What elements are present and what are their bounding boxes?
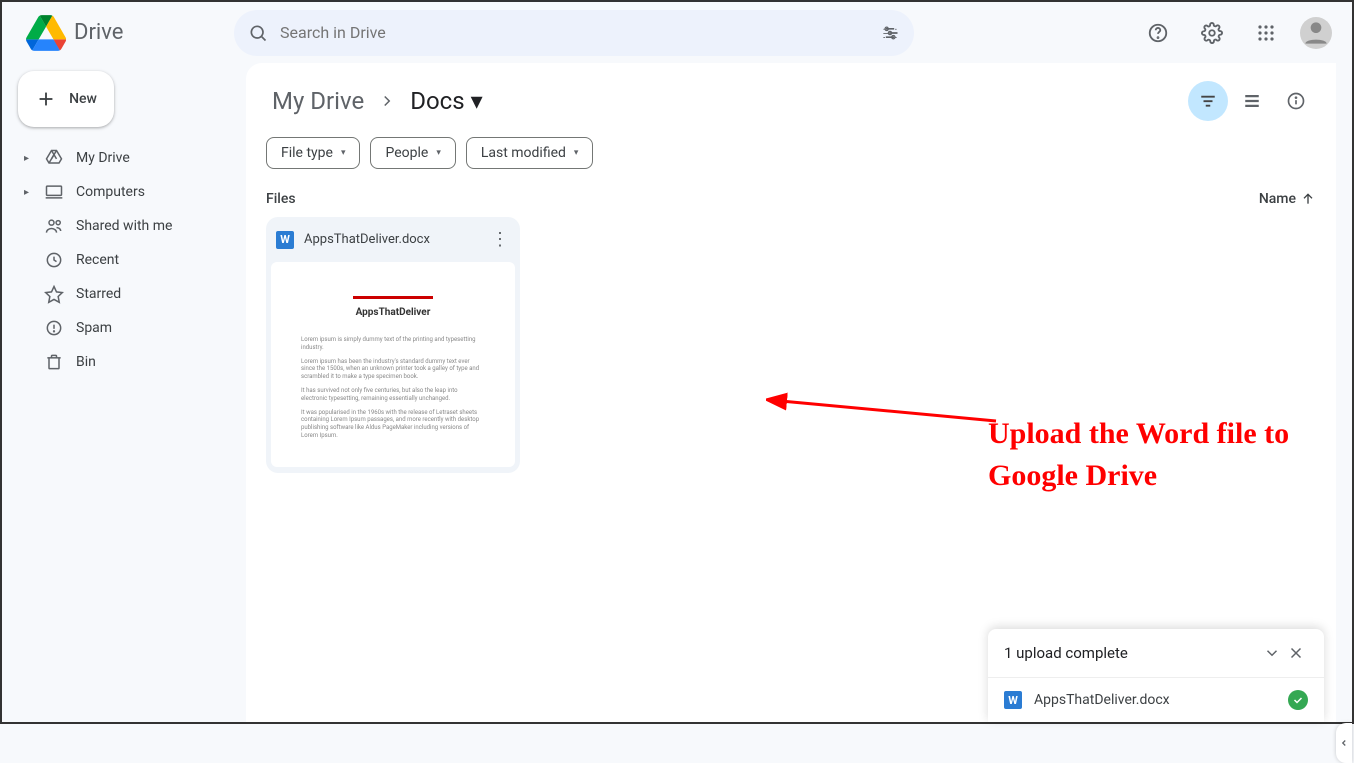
toast-title: 1 upload complete [1004, 644, 1128, 662]
clock-icon [44, 250, 64, 270]
chevron-right-icon [378, 92, 396, 110]
upload-success-icon [1288, 690, 1308, 710]
dropdown-caret-icon: ▾ [436, 148, 441, 158]
product-name: Drive [74, 20, 123, 45]
list-view-button[interactable] [1232, 81, 1272, 121]
chip-people[interactable]: People ▾ [370, 137, 455, 169]
logo-area[interactable]: Drive [16, 13, 226, 53]
chip-label: File type [281, 145, 333, 161]
breadcrumb-current-label: Docs [410, 87, 464, 115]
spam-icon [44, 318, 64, 338]
file-preview: AppsThatDeliver Lorem ipsum is simply du… [271, 262, 515, 467]
dropdown-caret-icon: ▾ [574, 148, 579, 158]
nav-label: Starred [76, 286, 121, 302]
sidebar: New ▸My Drive ▸Computers Shared with me … [2, 63, 246, 722]
annotation-text: Upload the Word file to Google Drive [988, 413, 1336, 497]
nav-label: Recent [76, 252, 119, 268]
filter-view-button[interactable] [1188, 81, 1228, 121]
file-name: AppsThatDeliver.docx [304, 232, 480, 247]
toast-item-name: AppsThatDeliver.docx [1034, 692, 1170, 708]
filter-chips: File type ▾ People ▾ Last modified ▾ [246, 125, 1336, 181]
nav-my-drive[interactable]: ▸ My Drive [14, 141, 234, 175]
nav-starred[interactable]: Starred [14, 277, 234, 311]
upload-toast: 1 upload complete W AppsThatDeliver.docx [988, 629, 1324, 722]
breadcrumb-row: My Drive Docs ▾ [246, 63, 1336, 125]
new-button[interactable]: New [18, 71, 114, 127]
star-icon [44, 284, 64, 304]
nav-label: Spam [76, 320, 112, 336]
section-label: Files [266, 191, 296, 207]
nav-label: My Drive [76, 150, 130, 166]
search-options-icon[interactable] [880, 23, 900, 43]
nav-label: Shared with me [76, 218, 172, 234]
view-controls [1188, 81, 1316, 121]
file-more-button[interactable]: ⋮ [490, 229, 510, 250]
sort-name[interactable]: Name [1259, 191, 1316, 207]
shared-icon [44, 216, 64, 236]
nav-label: Bin [76, 354, 96, 370]
arrow-up-icon [1300, 191, 1316, 207]
chip-label: People [385, 145, 428, 161]
drive-icon [44, 148, 64, 168]
help-button[interactable] [1138, 13, 1178, 53]
toast-header: 1 upload complete [988, 629, 1324, 677]
word-file-icon: W [1004, 691, 1022, 709]
computer-icon [44, 182, 64, 202]
plus-icon [35, 88, 57, 110]
header-actions [1138, 13, 1338, 53]
word-file-icon: W [276, 231, 294, 249]
chip-label: Last modified [481, 145, 566, 161]
nav-label: Computers [76, 184, 145, 200]
toast-item[interactable]: W AppsThatDeliver.docx [988, 677, 1324, 722]
dropdown-caret-icon: ▾ [471, 87, 483, 115]
toast-collapse-button[interactable] [1260, 641, 1284, 665]
nav-bin[interactable]: Bin [14, 345, 234, 379]
nav-recent[interactable]: Recent [14, 243, 234, 277]
breadcrumb-current[interactable]: Docs ▾ [404, 83, 488, 119]
chip-file-type[interactable]: File type ▾ [266, 137, 360, 169]
side-panel-toggle[interactable] [1336, 723, 1352, 763]
file-card-header: W AppsThatDeliver.docx ⋮ [266, 217, 520, 262]
apps-grid-button[interactable] [1246, 13, 1286, 53]
caret-icon: ▸ [24, 153, 32, 164]
search-icon [248, 23, 268, 43]
account-avatar[interactable] [1300, 17, 1332, 49]
caret-icon: ▸ [24, 187, 32, 198]
trash-icon [44, 352, 64, 372]
info-button[interactable] [1276, 81, 1316, 121]
search-input[interactable] [280, 23, 868, 42]
settings-button[interactable] [1192, 13, 1232, 53]
nav-computers[interactable]: ▸ Computers [14, 175, 234, 209]
content-area: My Drive Docs ▾ File type ▾ People ▾ Last … [246, 63, 1336, 722]
toast-close-button[interactable] [1284, 641, 1308, 665]
sort-label: Name [1259, 191, 1296, 207]
preview-title: AppsThatDeliver [301, 307, 485, 318]
dropdown-caret-icon: ▾ [341, 148, 346, 158]
chip-last-modified[interactable]: Last modified ▾ [466, 137, 594, 169]
files-header: Files Name [246, 181, 1336, 217]
drive-logo-icon [26, 13, 66, 53]
nav-spam[interactable]: Spam [14, 311, 234, 345]
new-button-label: New [69, 91, 97, 107]
file-card[interactable]: W AppsThatDeliver.docx ⋮ AppsThatDeliver… [266, 217, 520, 473]
breadcrumb-parent[interactable]: My Drive [266, 83, 370, 119]
app-header: Drive [2, 2, 1352, 63]
search-bar[interactable] [234, 10, 914, 56]
nav-shared[interactable]: Shared with me [14, 209, 234, 243]
